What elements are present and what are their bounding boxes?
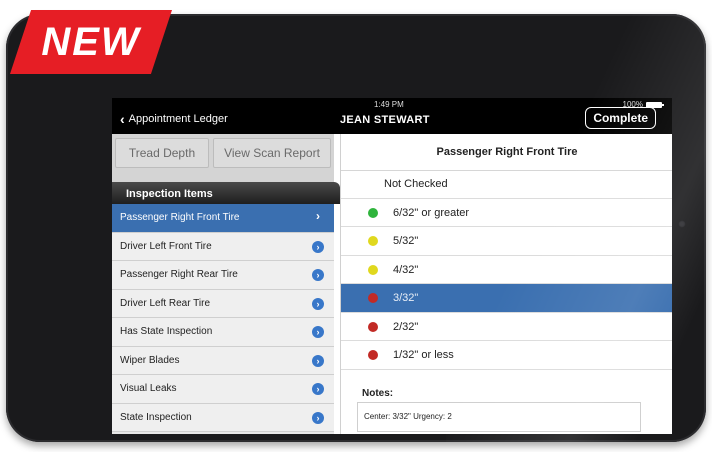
list-item-label: Has State Inspection: [120, 326, 213, 337]
panel-title: Passenger Right Front Tire: [341, 134, 672, 171]
list-item-driver-left-front-tire[interactable]: Driver Left Front Tire ›: [112, 232, 334, 261]
option-label: 3/32": [393, 292, 419, 304]
chevron-right-circle-icon: ›: [312, 411, 324, 424]
option-label: 1/32" or less: [393, 349, 454, 361]
chevron-right-circle-icon: ›: [312, 240, 324, 253]
status-dot-icon: [368, 321, 378, 332]
chevron-right-circle-icon: ›: [312, 354, 324, 367]
back-button-label: Appointment Ledger: [128, 113, 228, 125]
status-dot-icon: [368, 236, 378, 246]
option-1-32-or-less[interactable]: 1/32" or less: [341, 341, 672, 370]
list-item-label: Passenger Right Front Tire: [120, 212, 240, 223]
notes-label: Notes:: [362, 388, 394, 399]
list-item-passenger-right-rear-tire[interactable]: Passenger Right Rear Tire ›: [112, 261, 334, 290]
list-item-passenger-right-front-tire[interactable]: Passenger Right Front Tire ›: [112, 204, 334, 233]
list-item-label: Driver Left Front Tire: [120, 240, 212, 252]
status-time: 1:49 PM: [374, 100, 404, 109]
chevron-right-circle-icon: ›: [312, 383, 324, 395]
navigation-bar: 1:49 PM 100% ‹ Appointment Ledger JEAN S…: [112, 98, 672, 134]
status-dot-icon: [368, 264, 378, 275]
list-item-has-state-inspection[interactable]: Has State Inspection ›: [112, 318, 334, 347]
list-item-wiper-blades[interactable]: Wiper Blades ›: [112, 346, 334, 375]
new-badge: NEW: [10, 10, 172, 74]
list-item-driver-left-rear-tire[interactable]: Driver Left Rear Tire ›: [112, 289, 334, 318]
chevron-left-icon: ‹: [120, 111, 125, 127]
list-item-label: Visual Leaks: [120, 383, 177, 394]
status-dot-icon: [368, 350, 378, 360]
inspection-items-panel: Tread Depth View Scan Report Inspection …: [112, 134, 340, 434]
list-item-label: State Inspection: [120, 411, 192, 423]
tab-view-scan-report[interactable]: View Scan Report: [213, 138, 331, 168]
list-item-visual-leaks[interactable]: Visual Leaks ›: [112, 375, 334, 404]
notes-field[interactable]: Center: 3/32" Urgency: 2: [357, 402, 641, 432]
chevron-right-icon: ›: [316, 209, 320, 223]
tab-tread-depth[interactable]: Tread Depth: [115, 138, 209, 168]
option-label: 4/32": [393, 263, 419, 276]
tread-depth-options: Not Checked 6/32" or greater 5/32" 4/32"…: [341, 170, 672, 370]
option-5-32[interactable]: 5/32": [341, 227, 672, 256]
option-3-32[interactable]: 3/32": [341, 284, 672, 313]
list-item-label: Driver Left Rear Tire: [120, 297, 211, 309]
option-not-checked[interactable]: Not Checked: [341, 170, 672, 199]
option-6-32-or-greater[interactable]: 6/32" or greater: [341, 199, 672, 227]
list-item-label: Wiper Blades: [120, 354, 180, 366]
customer-name-title: JEAN STEWART: [340, 114, 430, 126]
chevron-right-circle-icon: ›: [312, 297, 324, 310]
chevron-right-circle-icon: ›: [312, 326, 324, 338]
new-badge-label: NEW: [41, 20, 141, 64]
back-button[interactable]: ‹ Appointment Ledger: [120, 111, 228, 127]
list-item-state-inspection[interactable]: State Inspection ›: [112, 403, 334, 432]
tread-depth-panel: Passenger Right Front Tire Not Checked 6…: [340, 134, 672, 434]
status-dot-icon: [368, 293, 378, 303]
option-label: 5/32": [393, 235, 419, 247]
inspection-items-list: Passenger Right Front Tire › Driver Left…: [112, 204, 334, 432]
app-screen: 1:49 PM 100% ‹ Appointment Ledger JEAN S…: [112, 98, 672, 434]
complete-button[interactable]: Complete: [585, 107, 656, 129]
option-label: 6/32" or greater: [393, 206, 470, 219]
list-item-label: Passenger Right Rear Tire: [120, 269, 238, 280]
option-4-32[interactable]: 4/32": [341, 256, 672, 284]
chevron-right-circle-icon: ›: [312, 269, 324, 281]
option-label: 2/32": [393, 320, 419, 333]
inspection-items-header: Inspection Items: [112, 182, 340, 204]
tablet-device: 1:49 PM 100% ‹ Appointment Ledger JEAN S…: [6, 14, 706, 442]
option-2-32[interactable]: 2/32": [341, 313, 672, 341]
camera-icon: [678, 220, 686, 228]
option-label: Not Checked: [384, 178, 448, 190]
status-dot-icon: [368, 207, 378, 218]
